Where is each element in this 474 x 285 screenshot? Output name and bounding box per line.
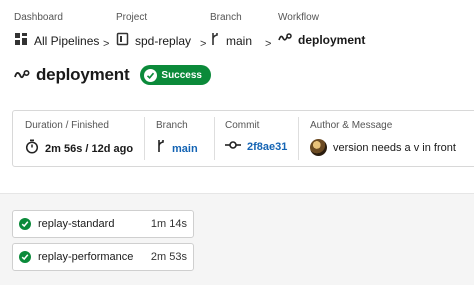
breadcrumb-separator-icon: >: [200, 38, 207, 50]
status-badge: Success: [140, 65, 211, 85]
author-caption: Author & Message: [310, 120, 393, 131]
job-name: replay-standard: [38, 218, 115, 230]
stopwatch-icon: [25, 139, 39, 159]
job-duration: 2m 53s: [150, 251, 187, 263]
breadcrumb-branch[interactable]: Branch main: [210, 12, 252, 50]
column-divider: [298, 117, 299, 160]
branch-icon: [210, 32, 220, 50]
check-circle-icon: [19, 218, 31, 230]
column-divider: [144, 117, 145, 160]
breadcrumb-dashboard-caption: Dashboard: [14, 12, 63, 23]
page-title: deployment: [36, 65, 130, 84]
column-divider: [214, 117, 215, 160]
pipelines-grid-icon: [14, 32, 28, 50]
project-icon: [116, 32, 129, 50]
breadcrumb-workflow-caption: Workflow: [278, 12, 319, 23]
commit-message: version needs a v in front: [333, 141, 456, 154]
breadcrumb-workflow-current: deployment: [298, 33, 366, 47]
job-name: replay-performance: [38, 251, 134, 263]
breadcrumb-branch-link[interactable]: main: [226, 33, 252, 49]
duration-caption: Duration / Finished: [25, 120, 109, 131]
branch-icon: [156, 139, 166, 158]
job-duration: 1m 14s: [150, 218, 187, 230]
workflow-icon: [278, 32, 292, 48]
breadcrumb-branch-caption: Branch: [210, 12, 242, 23]
job-card[interactable]: replay-standard 1m 14s: [12, 210, 194, 238]
breadcrumb-project-caption: Project: [116, 12, 148, 23]
duration-value: 2m 56s / 12d ago: [45, 143, 134, 155]
workflow-icon: [14, 68, 30, 82]
breadcrumb-separator-icon: >: [103, 38, 110, 50]
breadcrumb-workflow: Workflow deployment: [278, 12, 365, 48]
commit-caption: Commit: [225, 120, 260, 131]
breadcrumb-project[interactable]: Project spd-replay: [116, 12, 191, 50]
workflow-summary-card: Duration / Finished 2m 56s / 12d ago Bra…: [12, 110, 474, 167]
job-card[interactable]: replay-performance 2m 53s: [12, 243, 194, 271]
check-circle-icon: [19, 251, 31, 263]
branch-link[interactable]: main: [172, 141, 198, 157]
jobs-area: [0, 193, 474, 285]
check-circle-icon: [144, 68, 158, 82]
avatar: [310, 139, 327, 156]
breadcrumb: Dashboard All Pipelines > Project spd-re…: [14, 12, 474, 52]
branch-caption: Branch: [156, 120, 188, 131]
breadcrumb-separator-icon: >: [265, 38, 272, 50]
commit-link[interactable]: 2f8ae31: [247, 139, 287, 155]
commit-icon: [225, 139, 241, 155]
breadcrumb-dashboard-link[interactable]: All Pipelines: [34, 33, 99, 49]
status-badge-label: Success: [161, 69, 202, 81]
breadcrumb-dashboard[interactable]: Dashboard All Pipelines: [14, 12, 99, 50]
page-header: deployment Success: [14, 64, 211, 86]
breadcrumb-project-link[interactable]: spd-replay: [135, 33, 191, 49]
